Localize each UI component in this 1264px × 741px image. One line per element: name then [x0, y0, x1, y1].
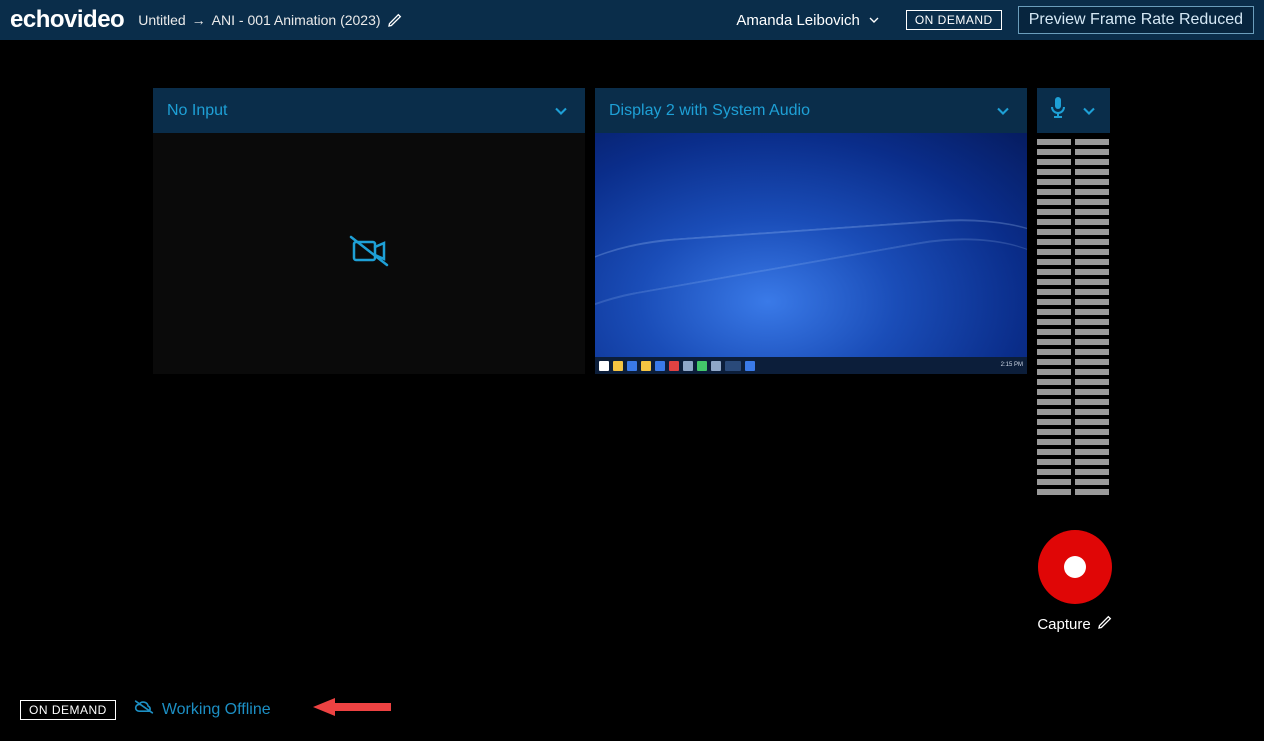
annotation-arrow-icon [313, 696, 391, 723]
record-button[interactable] [1038, 530, 1112, 604]
cloud-off-icon [134, 699, 154, 720]
source-1-header[interactable]: No Input [153, 88, 585, 133]
user-name: Amanda Leibovich [736, 12, 859, 29]
capture-label-row[interactable]: Capture [1037, 614, 1112, 634]
source-panel-1: No Input [153, 88, 585, 374]
source-2-preview: 2:15 PM [595, 133, 1027, 374]
title-from: Untitled [138, 12, 185, 28]
chevron-down-icon[interactable] [993, 101, 1013, 121]
source-panel-2: Display 2 with System Audio 2:15 PM [595, 88, 1027, 374]
microphone-icon [1049, 97, 1067, 124]
main-area: No Input Display 2 with System Audio [153, 88, 1110, 495]
preview-taskbar: 2:15 PM [595, 357, 1027, 374]
footer-ondemand-badge: ON DEMAND [20, 700, 116, 720]
source-1-title: No Input [167, 102, 227, 120]
audio-column [1037, 88, 1110, 495]
title-arrow: → [192, 12, 206, 28]
capture-label: Capture [1037, 616, 1090, 633]
app-logo: echovideo [10, 6, 124, 34]
chevron-down-icon[interactable] [551, 101, 571, 121]
preview-clock: 2:15 PM [1001, 362, 1023, 369]
title-to: ANI - 001 Animation (2023) [212, 12, 381, 28]
footer: ON DEMAND Working Offline [20, 696, 391, 723]
record-dot-icon [1064, 556, 1086, 578]
top-bar: echovideo Untitled → ANI - 001 Animation… [0, 0, 1264, 40]
audio-meter [1037, 139, 1110, 495]
source-1-preview [153, 133, 585, 374]
user-menu[interactable]: Amanda Leibovich [736, 12, 881, 29]
pencil-icon[interactable] [387, 12, 403, 28]
ondemand-badge: ON DEMAND [906, 10, 1002, 30]
chevron-down-icon[interactable] [1079, 101, 1099, 121]
no-camera-icon [347, 233, 391, 274]
offline-status[interactable]: Working Offline [134, 699, 271, 720]
offline-text: Working Offline [162, 701, 271, 719]
recording-title[interactable]: Untitled → ANI - 001 Animation (2023) [138, 12, 402, 28]
framerate-notice[interactable]: Preview Frame Rate Reduced [1018, 6, 1254, 34]
pencil-icon[interactable] [1097, 614, 1113, 634]
record-area: Capture [1036, 530, 1114, 634]
chevron-down-icon [866, 12, 882, 28]
source-2-header[interactable]: Display 2 with System Audio [595, 88, 1027, 133]
mic-header[interactable] [1037, 88, 1110, 133]
source-2-title: Display 2 with System Audio [609, 102, 810, 120]
